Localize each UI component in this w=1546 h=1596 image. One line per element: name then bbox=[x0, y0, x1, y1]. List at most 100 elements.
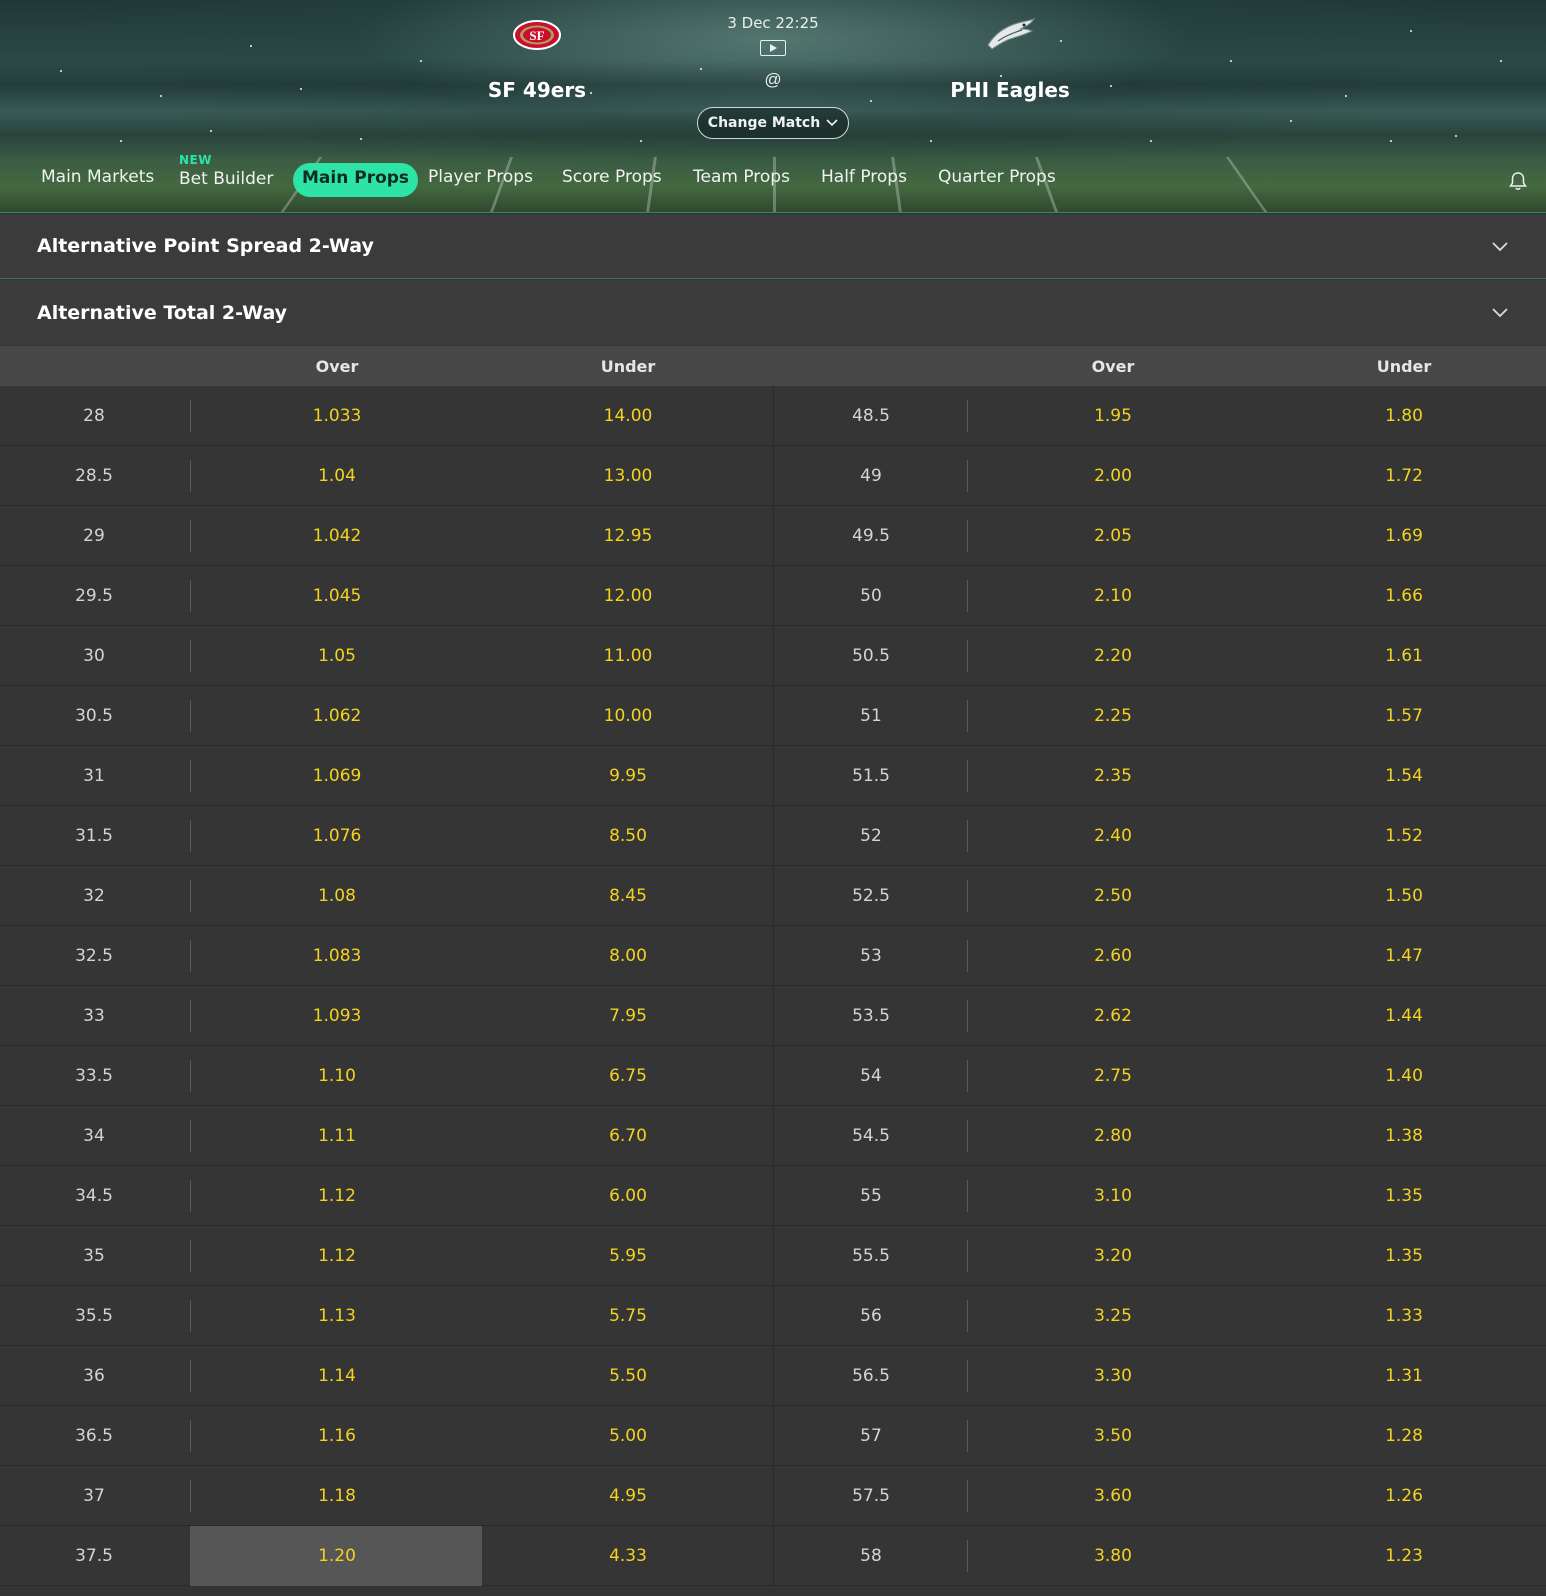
odds-under[interactable]: 1.66 bbox=[1385, 566, 1423, 626]
odds-over[interactable]: 1.062 bbox=[313, 686, 362, 746]
odds-under[interactable]: 8.50 bbox=[609, 806, 647, 866]
odds-over[interactable]: 1.14 bbox=[318, 1346, 356, 1406]
stadium-light bbox=[1230, 60, 1232, 62]
column-divider bbox=[773, 986, 774, 1046]
odds-under[interactable]: 1.23 bbox=[1385, 1526, 1423, 1586]
odds-over[interactable]: 1.20 bbox=[318, 1526, 356, 1586]
odds-under[interactable]: 1.61 bbox=[1385, 626, 1423, 686]
tab-bet-builder[interactable]: Bet Builder bbox=[179, 169, 273, 189]
odds-under[interactable]: 1.69 bbox=[1385, 506, 1423, 566]
odds-over[interactable]: 1.093 bbox=[313, 986, 362, 1046]
odds-under[interactable]: 1.54 bbox=[1385, 746, 1423, 806]
tab-main-markets[interactable]: Main Markets bbox=[41, 167, 154, 187]
odds-over[interactable]: 2.62 bbox=[1094, 986, 1132, 1046]
odds-under[interactable]: 1.40 bbox=[1385, 1046, 1423, 1106]
market-alternative-point-spread[interactable]: Alternative Point Spread 2-Way bbox=[0, 214, 1546, 279]
odds-over[interactable]: 3.30 bbox=[1094, 1346, 1132, 1406]
market-alternative-total[interactable]: Alternative Total 2-Way bbox=[0, 280, 1546, 345]
odds-over[interactable]: 1.13 bbox=[318, 1286, 356, 1346]
tab-quarter-props[interactable]: Quarter Props bbox=[938, 167, 1056, 187]
odds-over[interactable]: 1.076 bbox=[313, 806, 362, 866]
chevron-down-icon[interactable] bbox=[1490, 302, 1510, 322]
odds-over[interactable]: 1.083 bbox=[313, 926, 362, 986]
odds-under[interactable]: 12.95 bbox=[604, 506, 653, 566]
video-icon[interactable] bbox=[760, 40, 786, 56]
odds-under[interactable]: 6.00 bbox=[609, 1166, 647, 1226]
odds-over[interactable]: 3.50 bbox=[1094, 1406, 1132, 1466]
odds-over[interactable]: 3.80 bbox=[1094, 1526, 1132, 1586]
odds-over[interactable]: 2.40 bbox=[1094, 806, 1132, 866]
tab-half-props[interactable]: Half Props bbox=[821, 167, 907, 187]
odds-over[interactable]: 3.20 bbox=[1094, 1226, 1132, 1286]
odds-under[interactable]: 7.95 bbox=[609, 986, 647, 1046]
odds-under[interactable]: 1.28 bbox=[1385, 1406, 1423, 1466]
odds-under[interactable]: 1.35 bbox=[1385, 1166, 1423, 1226]
odds-under[interactable]: 1.35 bbox=[1385, 1226, 1423, 1286]
odds-under[interactable]: 1.57 bbox=[1385, 686, 1423, 746]
odds-over[interactable]: 1.045 bbox=[313, 566, 362, 626]
odds-over[interactable]: 1.18 bbox=[318, 1466, 356, 1526]
tab-team-props[interactable]: Team Props bbox=[693, 167, 790, 187]
odds-over[interactable]: 1.16 bbox=[318, 1406, 356, 1466]
tab-player-props[interactable]: Player Props bbox=[428, 167, 533, 187]
odds-under[interactable]: 6.70 bbox=[609, 1106, 647, 1166]
odds-over[interactable]: 2.00 bbox=[1094, 446, 1132, 506]
odds-under[interactable]: 5.00 bbox=[609, 1406, 647, 1466]
tab-score-props[interactable]: Score Props bbox=[562, 167, 662, 187]
odds-under[interactable]: 1.38 bbox=[1385, 1106, 1423, 1166]
chevron-down-icon[interactable] bbox=[1490, 236, 1510, 256]
odds-over[interactable]: 3.10 bbox=[1094, 1166, 1132, 1226]
odds-over[interactable]: 2.80 bbox=[1094, 1106, 1132, 1166]
odds-over[interactable]: 2.05 bbox=[1094, 506, 1132, 566]
odds-under[interactable]: 5.75 bbox=[609, 1286, 647, 1346]
odds-under[interactable]: 13.00 bbox=[604, 446, 653, 506]
odds-over[interactable]: 1.95 bbox=[1094, 386, 1132, 446]
odds-under[interactable]: 4.95 bbox=[609, 1466, 647, 1526]
odds-over[interactable]: 1.033 bbox=[313, 386, 362, 446]
odds-over[interactable]: 3.60 bbox=[1094, 1466, 1132, 1526]
odds-under[interactable]: 14.00 bbox=[604, 386, 653, 446]
odds-over[interactable]: 2.60 bbox=[1094, 926, 1132, 986]
odds-over[interactable]: 1.12 bbox=[318, 1226, 356, 1286]
odds-over[interactable]: 2.75 bbox=[1094, 1046, 1132, 1106]
odds-over[interactable]: 1.04 bbox=[318, 446, 356, 506]
odds-under[interactable]: 1.72 bbox=[1385, 446, 1423, 506]
odds-under[interactable]: 9.95 bbox=[609, 746, 647, 806]
odds-over[interactable]: 2.50 bbox=[1094, 866, 1132, 926]
odds-over[interactable]: 2.20 bbox=[1094, 626, 1132, 686]
odds-under[interactable]: 1.26 bbox=[1385, 1466, 1423, 1526]
odds-under[interactable]: 12.00 bbox=[604, 566, 653, 626]
change-match-button[interactable]: Change Match bbox=[697, 107, 849, 139]
odds-under[interactable]: 10.00 bbox=[604, 686, 653, 746]
odds-under[interactable]: 8.00 bbox=[609, 926, 647, 986]
stadium-light bbox=[360, 138, 362, 140]
odds-over[interactable]: 2.35 bbox=[1094, 746, 1132, 806]
tab-main-props[interactable]: Main Props bbox=[293, 163, 419, 197]
odds-under[interactable]: 1.52 bbox=[1385, 806, 1423, 866]
odds-under[interactable]: 11.00 bbox=[604, 626, 653, 686]
odds-under[interactable]: 5.50 bbox=[609, 1346, 647, 1406]
odds-over[interactable]: 1.08 bbox=[318, 866, 356, 926]
total-line: 37 bbox=[83, 1486, 105, 1506]
odds-over[interactable]: 2.10 bbox=[1094, 566, 1132, 626]
odds-under[interactable]: 1.31 bbox=[1385, 1346, 1423, 1406]
odds-under[interactable]: 1.33 bbox=[1385, 1286, 1423, 1346]
odds-under[interactable]: 8.45 bbox=[609, 866, 647, 926]
bell-icon[interactable] bbox=[1507, 170, 1529, 192]
odds-over[interactable]: 1.069 bbox=[313, 746, 362, 806]
odds-under[interactable]: 1.50 bbox=[1385, 866, 1423, 926]
odds-over[interactable]: 1.05 bbox=[318, 626, 356, 686]
odds-over[interactable]: 1.12 bbox=[318, 1166, 356, 1226]
odds-over[interactable]: 3.25 bbox=[1094, 1286, 1132, 1346]
column-divider bbox=[773, 1406, 774, 1466]
odds-under[interactable]: 1.80 bbox=[1385, 386, 1423, 446]
odds-under[interactable]: 4.33 bbox=[609, 1526, 647, 1586]
odds-over[interactable]: 2.25 bbox=[1094, 686, 1132, 746]
odds-under[interactable]: 1.44 bbox=[1385, 986, 1423, 1046]
odds-under[interactable]: 1.47 bbox=[1385, 926, 1423, 986]
odds-under[interactable]: 5.95 bbox=[609, 1226, 647, 1286]
odds-over[interactable]: 1.042 bbox=[313, 506, 362, 566]
odds-over[interactable]: 1.11 bbox=[318, 1106, 356, 1166]
odds-under[interactable]: 6.75 bbox=[609, 1046, 647, 1106]
odds-over[interactable]: 1.10 bbox=[318, 1046, 356, 1106]
